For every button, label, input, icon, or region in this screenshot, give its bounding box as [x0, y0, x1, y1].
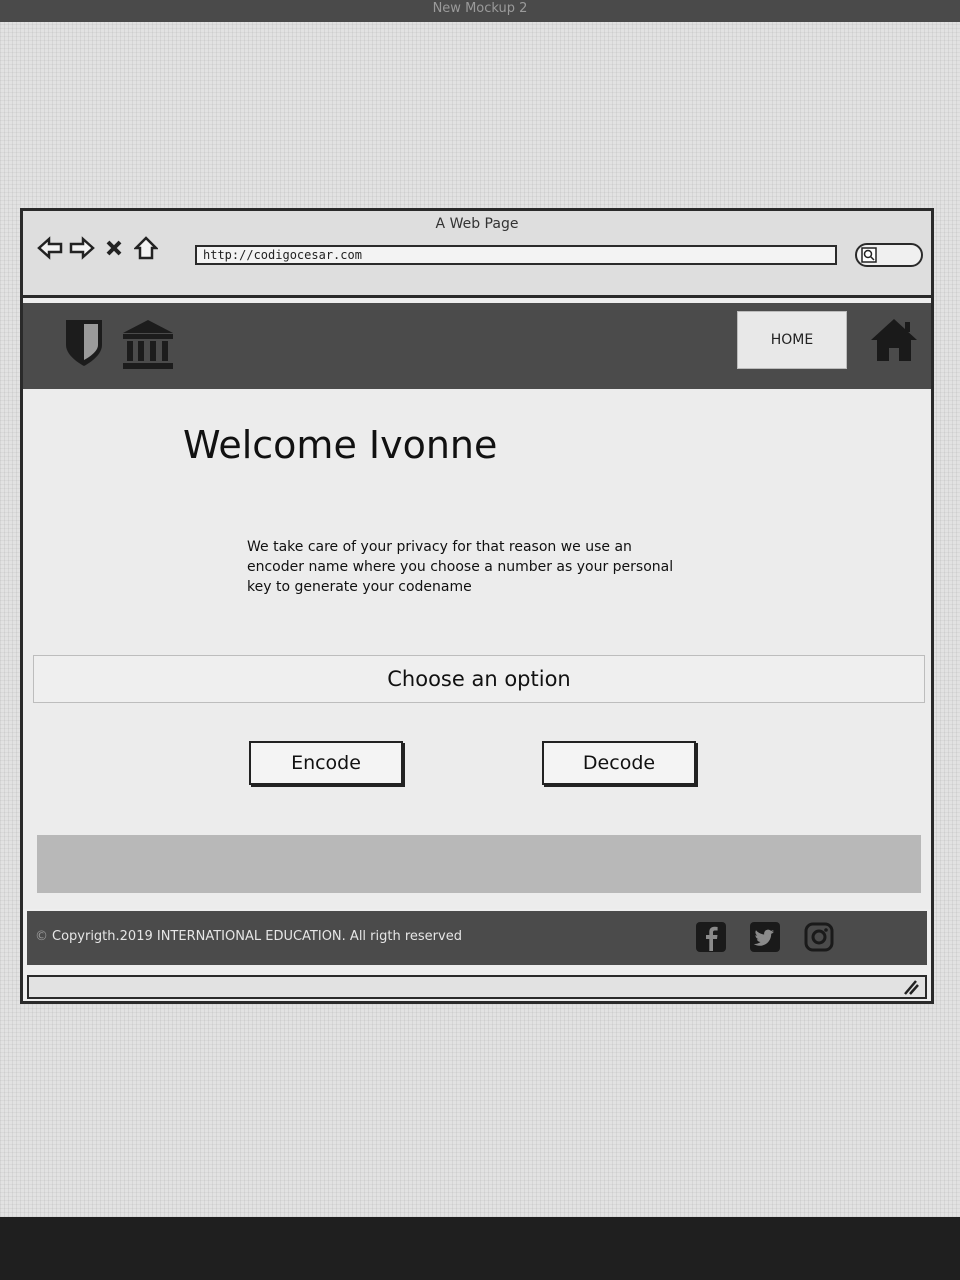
browser-status-bar	[27, 975, 927, 999]
content-band	[37, 835, 921, 893]
shield-icon	[63, 317, 105, 373]
resize-grip-icon[interactable]	[901, 979, 919, 999]
copyright-text: © Copyrigth.2019 INTERNATIONAL EDUCATION.…	[35, 929, 462, 944]
site-navbar: HOME	[23, 303, 931, 389]
url-bar[interactable]: http://codigocesar.com	[195, 245, 837, 265]
welcome-heading: Welcome Ivonne	[183, 423, 498, 467]
site-footer: © Copyrigth.2019 INTERNATIONAL EDUCATION.…	[27, 911, 927, 965]
app-title: New Mockup 2	[0, 0, 960, 22]
copyright-symbol: ©	[35, 929, 48, 944]
instagram-icon[interactable]	[803, 921, 835, 953]
browser-title: A Web Page	[435, 216, 519, 232]
search-icon	[861, 247, 877, 267]
browser-header: A Web Page http://codigocesar.com	[23, 211, 931, 298]
social-links	[695, 921, 835, 953]
browser-nav-icons	[37, 235, 159, 261]
bank-icon	[121, 317, 175, 375]
monitor-bezel	[0, 1217, 960, 1280]
facebook-icon[interactable]	[695, 921, 727, 953]
home-nav-button[interactable]: HOME	[737, 311, 847, 369]
twitter-icon[interactable]	[749, 921, 781, 953]
main-content: Welcome Ivonne We take care of your priv…	[23, 389, 931, 909]
house-icon[interactable]	[869, 317, 919, 367]
browser-window: A Web Page http://codigocesar.com HOME W…	[20, 208, 934, 1004]
browser-search[interactable]	[855, 243, 923, 267]
encode-button[interactable]: Encode	[249, 741, 403, 785]
forward-arrow-icon[interactable]	[69, 235, 95, 261]
decode-button[interactable]: Decode	[542, 741, 696, 785]
home-outline-icon[interactable]	[133, 235, 159, 261]
choose-option-label: Choose an option	[33, 655, 925, 703]
close-icon[interactable]	[101, 235, 127, 261]
copyright-label: Copyrigth.2019 INTERNATIONAL EDUCATION. …	[52, 929, 462, 944]
back-arrow-icon[interactable]	[37, 235, 63, 261]
privacy-text: We take care of your privacy for that re…	[247, 539, 674, 595]
